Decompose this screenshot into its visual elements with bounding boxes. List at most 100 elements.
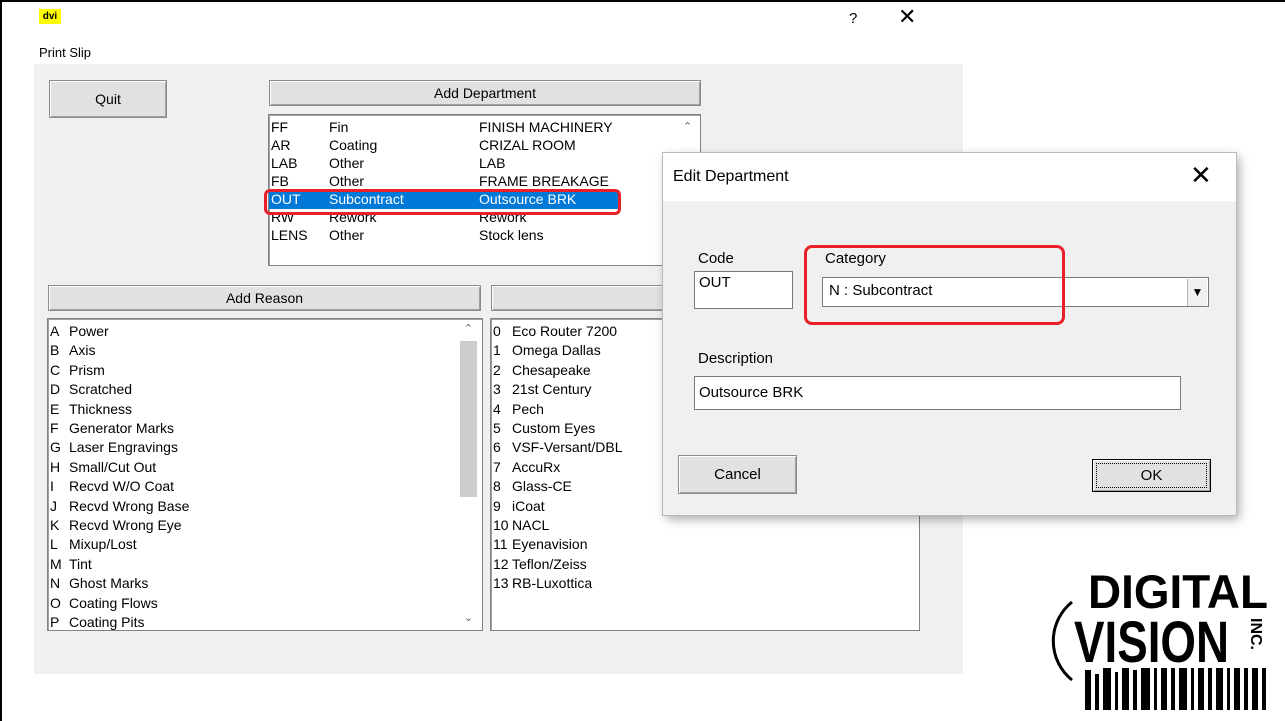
reason-row[interactable]: I Recvd W/O Coat (48, 477, 458, 496)
vendor-label: AccuRx (512, 458, 561, 475)
reason-row[interactable]: A Power (48, 322, 458, 341)
vendor-row[interactable]: 12 Teflon/Zeiss (491, 555, 911, 574)
reason-row[interactable]: L Mixup/Lost (48, 535, 458, 554)
reason-label: Prism (69, 361, 105, 378)
reason-row[interactable]: G Laser Engravings (48, 438, 458, 457)
reason-row[interactable]: C Prism (48, 361, 458, 380)
reason-row[interactable]: H Small/Cut Out (48, 458, 458, 477)
reason-row[interactable]: M Tint (48, 555, 458, 574)
reason-label: Recvd Wrong Eye (69, 517, 182, 533)
scroll-down-icon[interactable]: ⌄ (460, 611, 477, 624)
dept-description: LAB (479, 155, 506, 171)
window-title: Print Slip (39, 45, 92, 60)
dept-description: Outsource BRK (479, 191, 577, 207)
dept-category: Subcontract (329, 191, 404, 207)
add-vendor-button[interactable]: A (491, 285, 691, 311)
dept-description: Rework (479, 209, 527, 225)
cancel-button[interactable]: Cancel (678, 455, 797, 494)
vendor-label: Omega Dallas (512, 342, 601, 359)
dept-description: FINISH MACHINERY (479, 119, 613, 135)
reason-code: H (50, 458, 61, 475)
reason-code: N (50, 575, 61, 592)
department-row[interactable]: LENS Other Stock lens (269, 226, 619, 245)
vendor-code: 5 (493, 420, 501, 436)
reason-row[interactable]: J Recvd Wrong Base (48, 497, 458, 516)
reason-code: K (50, 517, 60, 533)
department-row[interactable]: AR Coating CRIZAL ROOM (269, 136, 619, 155)
scroll-up-icon[interactable]: ⌃ (679, 120, 696, 133)
reason-list[interactable]: ⌃ ⌄ A Power B Axis C Prism D Scratched E Thicknes… (47, 318, 483, 631)
dialog-close-icon[interactable]: ✕ (1190, 162, 1212, 188)
dept-category: Other (329, 155, 365, 171)
reason-row[interactable]: K Recvd Wrong Eye (48, 516, 458, 535)
vendor-code: 0 (493, 323, 501, 339)
reason-code: P (50, 614, 60, 630)
reason-label: Coating Flows (69, 594, 158, 611)
reason-row[interactable]: D Scratched (48, 380, 458, 399)
dept-category: Coating (329, 137, 378, 153)
dept-code: OUT (271, 191, 301, 207)
reason-code: G (50, 439, 61, 456)
add-department-button[interactable]: Add Department (269, 80, 701, 106)
edit-department-dialog: Edit Department ✕ Code OUT Category N : … (663, 153, 1236, 515)
vendor-code: 9 (493, 497, 501, 514)
dept-description: CRIZAL ROOM (479, 137, 576, 153)
reason-label: Thickness (69, 400, 133, 417)
reason-code: M (50, 555, 62, 572)
vendor-label: Pech (512, 400, 544, 417)
vendor-row[interactable]: 11 Eyenavision (491, 535, 911, 554)
help-button[interactable]: ? (849, 10, 857, 27)
reason-row[interactable]: F Generator Marks (48, 419, 458, 438)
dialog-title: Edit Department (673, 168, 789, 185)
department-list[interactable]: ⌃ FF Fin FINISH MACHINERY AR Coating CRIZAL R… (268, 114, 701, 266)
scroll-up-icon[interactable]: ⌃ (460, 322, 477, 335)
vendor-row[interactable]: 10 NACL (491, 516, 911, 535)
reason-label: Laser Engravings (69, 439, 178, 456)
department-row[interactable]: FF Fin FINISH MACHINERY (269, 118, 619, 137)
dept-code: LENS (271, 227, 308, 243)
reason-label: Power (69, 323, 109, 339)
reason-row[interactable]: E Thickness (48, 400, 458, 419)
reason-row[interactable]: B Axis (48, 341, 458, 360)
reason-code: A (50, 323, 60, 339)
reason-row[interactable]: N Ghost Marks (48, 574, 458, 593)
vendor-label: NACL (512, 517, 550, 533)
dept-category: Other (329, 227, 365, 243)
department-row[interactable]: FB Other FRAME BREAKAGE (269, 172, 619, 191)
vendor-code: 6 (493, 439, 501, 456)
reason-label: Coating Pits (69, 614, 145, 630)
dept-code: RW (271, 209, 295, 225)
reason-row[interactable]: O Coating Flows (48, 594, 458, 613)
code-field[interactable]: OUT (694, 271, 793, 309)
vendor-code: 13 (493, 575, 509, 592)
dept-description: Stock lens (479, 227, 544, 243)
reason-row[interactable]: P Coating Pits (48, 613, 458, 630)
category-select[interactable]: N : Subcontract ▼ (822, 277, 1209, 307)
focus-rectangle (1096, 463, 1207, 488)
vendor-row[interactable]: 13 RB-Luxottica (491, 574, 911, 593)
reason-code: L (50, 536, 58, 553)
dropdown-arrow-icon[interactable]: ▼ (1187, 279, 1207, 306)
dialog-titlebar: Edit Department ✕ (663, 153, 1236, 201)
dept-code: LAB (271, 155, 298, 171)
reason-label: Scratched (69, 381, 133, 398)
scrollbar-thumb[interactable] (460, 341, 477, 497)
vendor-label: RB-Luxottica (512, 575, 593, 592)
reason-label: Small/Cut Out (69, 458, 157, 475)
vendor-code: 8 (493, 478, 501, 495)
app-icon: dvi (39, 9, 61, 24)
vendor-code: 3 (493, 381, 501, 398)
department-row[interactable]: LAB Other LAB (269, 154, 619, 173)
dept-code: FF (271, 119, 289, 135)
department-row[interactable]: OUT Subcontract Outsource BRK (269, 190, 619, 209)
reason-code: B (50, 342, 60, 359)
add-reason-button[interactable]: Add Reason (48, 285, 481, 311)
department-row[interactable]: RW Rework Rework (269, 208, 619, 227)
quit-button[interactable]: Quit (49, 80, 167, 118)
vendor-label: Eyenavision (512, 536, 588, 553)
dept-description: FRAME BREAKAGE (479, 173, 609, 189)
dept-code: FB (271, 173, 289, 189)
description-field[interactable]: Outsource BRK (694, 376, 1181, 410)
ok-button[interactable]: OK (1092, 459, 1211, 492)
close-window-button[interactable]: ✕ (898, 6, 916, 28)
